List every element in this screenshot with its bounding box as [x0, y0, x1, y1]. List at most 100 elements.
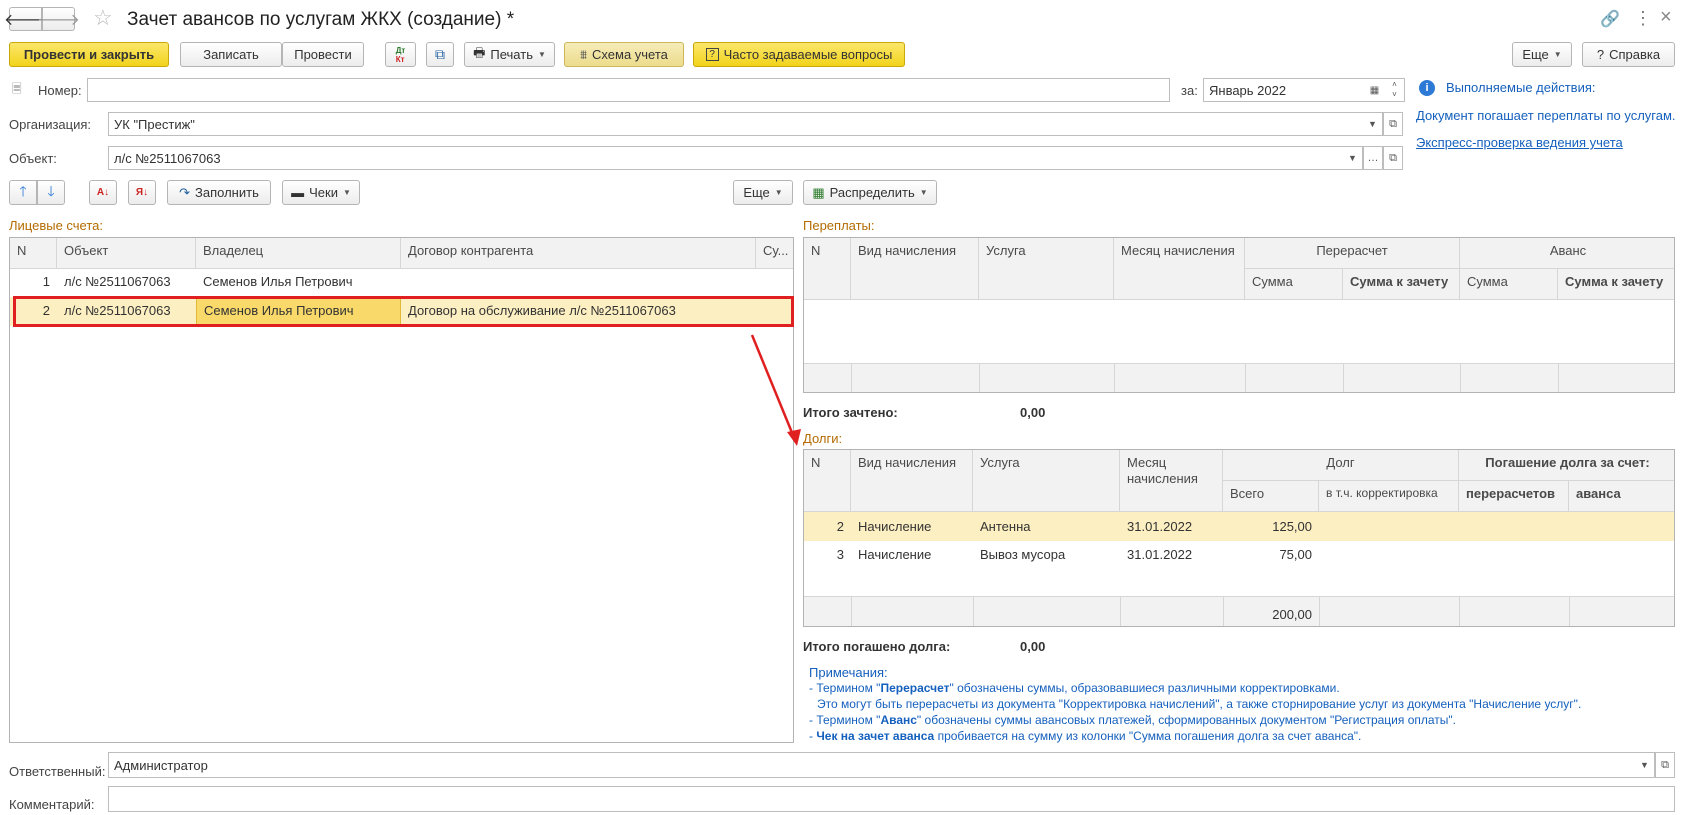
date-stepper[interactable]: ˄ ˅	[1385, 78, 1405, 102]
note-line-1: - Термином "Перерасчет" обозначены суммы…	[809, 681, 1340, 695]
col-header-advance-sum[interactable]: Сумма	[1460, 269, 1558, 300]
fill-arrow-icon: ↷	[179, 184, 191, 200]
col-header-service[interactable]: Услуга	[979, 238, 1114, 300]
arrow-up-icon: 🡑	[19, 182, 27, 199]
comment-field[interactable]	[108, 786, 1675, 812]
number-field[interactable]	[87, 78, 1170, 102]
col-header-advance[interactable]: аванса	[1569, 481, 1674, 512]
object-select-button[interactable]: …	[1363, 146, 1383, 170]
footer-divider	[1245, 363, 1246, 392]
footer-divider	[1558, 363, 1559, 392]
col-header-repay[interactable]: Погашение долга за счет:	[1459, 450, 1674, 481]
debts-table[interactable]: N Вид начисления Услуга Месяц начисления…	[803, 449, 1675, 627]
link-icon[interactable]: 🔗	[1600, 9, 1620, 29]
cell-total: 75,00	[1279, 547, 1312, 562]
table-row[interactable]: 3 Начисление Вывоз мусора 31.01.2022 75,…	[804, 541, 1674, 569]
checks-button[interactable]: ▬ Чеки ▼	[282, 180, 360, 205]
cell-n: 1	[42, 274, 50, 289]
sort-descending-icon: Я↓	[135, 187, 149, 198]
debts-total-value: 0,00	[1020, 639, 1046, 654]
scheme-button[interactable]: ⩩ Схема учета	[564, 42, 684, 67]
table-footer	[804, 363, 1674, 392]
more-button[interactable]: Еще ▼	[1512, 42, 1572, 67]
post-button[interactable]: Провести	[282, 42, 364, 67]
responsible-dropdown-button[interactable]: ▼	[1635, 752, 1655, 778]
actions-link[interactable]: Выполняемые действия:	[1446, 80, 1596, 95]
col-header-advance[interactable]: Аванс	[1460, 238, 1674, 269]
col-header-sum[interactable]: Су...	[756, 238, 793, 269]
debts-total-label: Итого погашено долга:	[803, 639, 951, 654]
sort-asc-button[interactable]: А↓	[89, 180, 117, 205]
overpayments-table[interactable]: N Вид начисления Услуга Месяц начисления…	[803, 237, 1675, 393]
favorite-star-icon[interactable]: ☆	[93, 5, 113, 31]
responsible-field[interactable]: Администратор	[108, 752, 1636, 778]
cell-month: 31.01.2022	[1127, 519, 1193, 534]
dropdown-caret-icon: ▼	[537, 50, 546, 59]
org-field[interactable]: УК "Престиж"	[108, 112, 1364, 136]
save-button[interactable]: Записать	[180, 42, 282, 67]
help-button[interactable]: ? Справка	[1582, 42, 1675, 67]
post-and-close-button[interactable]: Провести и закрыть	[9, 42, 169, 67]
kebab-menu-icon[interactable]: ⋮	[1634, 8, 1652, 29]
col-header-recalc[interactable]: Перерасчет	[1245, 238, 1460, 269]
table-row[interactable]: 1 л/с №2511067063 Семенов Илья Петрович	[10, 269, 793, 297]
calendar-icon: ▦	[1369, 84, 1380, 96]
col-header-kind[interactable]: Вид начисления	[851, 450, 973, 512]
table-row-selected[interactable]: 2 Начисление Антенна 31.01.2022 125,00	[804, 512, 1674, 541]
arrow-down-icon: 🡓	[47, 182, 55, 199]
col-header-recalc-offset[interactable]: Сумма к зачету	[1343, 269, 1460, 300]
move-up-button[interactable]: 🡑	[9, 180, 37, 205]
print-button[interactable]: 🖶 Печать ▼	[464, 42, 555, 67]
cell-service: Антенна	[980, 519, 1031, 534]
scheme-icon: ⩩	[580, 46, 588, 62]
object-open-button[interactable]: ⧉	[1383, 146, 1403, 170]
highlight-box	[13, 296, 794, 327]
org-open-button[interactable]: ⧉	[1383, 112, 1403, 136]
col-header-kind[interactable]: Вид начисления	[851, 238, 979, 300]
faq-button[interactable]: ? Часто задаваемые вопросы	[693, 42, 905, 67]
col-header-contract[interactable]: Договор контрагента	[401, 238, 756, 269]
express-check-link[interactable]: Экспресс-проверка ведения учета	[1416, 135, 1623, 150]
cell-n: 2	[836, 519, 844, 534]
col-header-total[interactable]: Всего	[1223, 481, 1319, 512]
footer-divider	[1460, 363, 1461, 392]
dropdown-caret-icon: ▼	[919, 188, 928, 197]
col-header-n[interactable]: N	[804, 238, 851, 300]
footer-divider	[851, 596, 852, 626]
col-header-n[interactable]: N	[804, 450, 851, 512]
col-header-month[interactable]: Месяц начисления	[1114, 238, 1245, 300]
footer-divider	[851, 363, 852, 392]
col-header-owner[interactable]: Владелец	[196, 238, 401, 269]
date-field[interactable]: Январь 2022	[1203, 78, 1365, 102]
col-header-object[interactable]: Объект	[57, 238, 196, 269]
move-down-button[interactable]: 🡓	[37, 180, 65, 205]
comment-label: Комментарий:	[9, 797, 95, 812]
structure-button[interactable]: ⧉	[426, 42, 454, 67]
distribute-button[interactable]: ▦ Распределить ▼	[803, 180, 937, 205]
col-header-incl-adj[interactable]: в т.ч. корректировка	[1319, 481, 1459, 512]
note-line-4: - Чек на зачет аванса пробивается на сум…	[809, 729, 1362, 743]
col-header-service[interactable]: Услуга	[973, 450, 1120, 512]
col-header-advance-offset[interactable]: Сумма к зачету	[1558, 269, 1674, 300]
dt-kt-button[interactable]: Дт Кт	[385, 42, 416, 67]
org-dropdown-button[interactable]: ▼	[1363, 112, 1383, 136]
footer-divider	[1569, 596, 1570, 626]
col-header-recalc-sum[interactable]: Сумма	[1245, 269, 1343, 300]
calendar-button[interactable]: ▦	[1364, 78, 1386, 102]
close-icon[interactable]: ×	[1660, 6, 1672, 29]
responsible-open-button[interactable]: ⧉	[1655, 752, 1675, 778]
col-header-n[interactable]: N	[10, 238, 57, 269]
fill-button[interactable]: ↷ Заполнить	[167, 180, 271, 205]
left-more-button[interactable]: Еще ▼	[733, 180, 793, 205]
cell-total: 125,00	[1272, 519, 1312, 534]
document-icon: 🗏	[12, 82, 22, 96]
annotation-arrow	[750, 334, 801, 446]
forward-button[interactable]: 🡒	[37, 7, 80, 31]
col-header-recalcs[interactable]: перерасчетов	[1459, 481, 1569, 512]
object-field[interactable]: л/с №2511067063	[108, 146, 1344, 170]
sort-desc-button[interactable]: Я↓	[128, 180, 156, 205]
window-title: Зачет авансов по услугам ЖКХ (создание) …	[127, 9, 515, 30]
col-header-month[interactable]: Месяц начисления	[1120, 450, 1223, 512]
object-dropdown-button[interactable]: ▼	[1343, 146, 1363, 170]
col-header-debt[interactable]: Долг	[1223, 450, 1459, 481]
